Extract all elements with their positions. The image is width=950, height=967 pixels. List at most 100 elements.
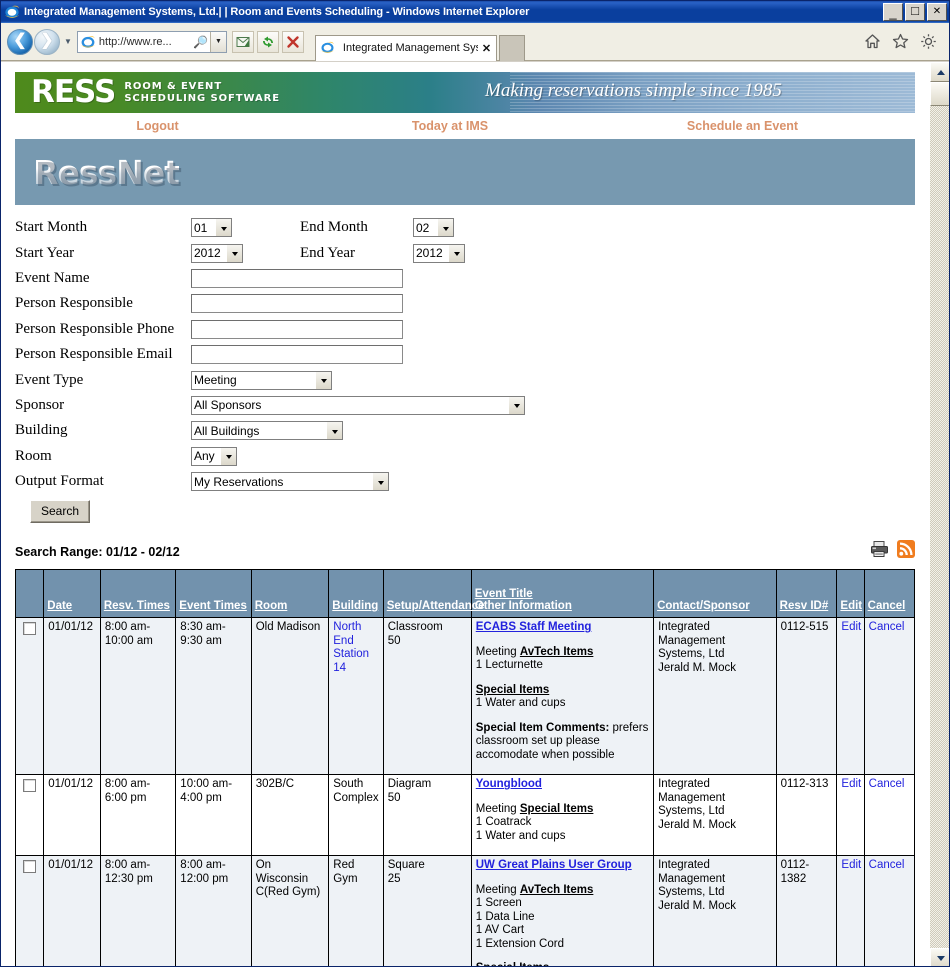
row-contact-sponsor: Integrated Management Systems, Ltd Jeral… [653,855,777,966]
forward-arrow-icon[interactable]: ❯ [34,28,60,55]
cancel-link[interactable]: Cancel [869,859,905,871]
start-year-select[interactable]: 2012 [191,243,243,263]
edit-link[interactable]: Edit [841,621,861,633]
edit-link[interactable]: Edit [841,778,861,790]
output-format-select[interactable]: My Reservations [191,472,389,492]
sponsor-select[interactable]: All Sponsors [191,395,525,415]
nav-logout[interactable]: Logout [136,119,178,133]
event-title-link[interactable]: ECABS Staff Meeting [476,621,592,633]
nav-schedule-an-event[interactable]: Schedule an Event [687,119,798,133]
row-cancel[interactable]: Cancel [863,774,916,857]
stop-icon[interactable] [281,30,304,53]
column-header-building[interactable]: Building [328,569,384,619]
row-edit[interactable]: Edit [836,855,865,966]
person-responsible-phone-label: Person Responsible Phone [15,320,175,337]
mail-icon[interactable] [231,30,254,53]
room-select[interactable]: Any [191,446,237,466]
column-header-event-title[interactable]: Event Title Other Information [470,569,655,619]
column-header-room[interactable]: Room [250,569,330,619]
row-select-cell[interactable] [14,774,45,857]
row-select-cell[interactable] [14,617,45,776]
cancel-link[interactable]: Cancel [869,778,905,790]
address-bar[interactable]: http://www.re... 🔍 ▼ [76,30,227,53]
search-button[interactable]: Search [30,500,91,524]
form-row-building: Building All Buildings [15,418,929,443]
event-title-link[interactable]: Youngblood [476,778,542,790]
star-icon[interactable] [892,33,909,50]
event-name-input[interactable] [191,268,403,288]
row-cancel[interactable]: Cancel [863,855,916,966]
special-items-heading: Special Items [475,683,550,696]
column-header-contact-sponsor[interactable]: Contact/Sponsor [653,569,777,619]
start-month-label: Start Month [15,219,88,236]
browser-tab[interactable]: Integrated Management Sys... ✕ [314,34,498,61]
sort-link-other-information[interactable]: Other Information [475,600,572,612]
sort-link-contact-sponsor[interactable]: Contact/Sponsor [657,600,750,612]
minimize-button[interactable]: _ [883,3,903,21]
chevron-down-icon[interactable]: ▼ [64,37,72,46]
scrollbar-track[interactable] [930,106,949,948]
row-edit[interactable]: Edit [836,617,865,776]
building-select[interactable]: All Buildings [191,421,343,441]
close-icon[interactable]: ✕ [482,42,491,55]
sort-link-cancel[interactable]: Cancel [868,600,906,612]
new-tab-button[interactable] [499,34,526,61]
address-input[interactable]: http://www.re... [99,36,191,48]
back-arrow-icon[interactable]: ❮ [7,28,33,55]
rss-feed-icon[interactable] [897,540,915,563]
column-header-cancel[interactable]: Cancel [863,569,916,619]
cancel-link[interactable]: Cancel [869,621,905,633]
row-checkbox[interactable] [23,779,36,793]
start-month-select[interactable]: 01 [191,218,232,238]
row-resv-times: 8:00 am- 10:00 am [99,617,177,776]
row-setup-attendance: Classroom 50 [382,617,472,776]
sort-link-edit[interactable]: Edit [840,600,862,612]
search-range-text: Search Range: 01/12 - 02/12 [15,544,180,559]
scroll-down-button[interactable] [930,948,949,966]
page-scrollbar[interactable] [929,62,949,966]
end-month-select[interactable]: 02 [413,218,454,238]
person-responsible-phone-input[interactable] [191,319,403,339]
refresh-icon[interactable] [256,30,279,53]
sort-link-setup-attendance[interactable]: Setup/Attendance [387,600,485,612]
sort-link-date[interactable]: Date [47,600,72,612]
nav-today-at-ims[interactable]: Today at IMS [412,119,488,133]
address-dropdown-icon[interactable]: ▼ [209,31,226,52]
column-header-setup-attendance[interactable]: Setup/Attendance [382,569,485,619]
column-header-edit[interactable]: Edit [836,569,865,619]
column-header-event-times[interactable]: Event Times [175,569,252,619]
gear-icon[interactable] [920,33,937,50]
form-row-sponsor: Sponsor All Sponsors [15,393,929,418]
person-responsible-email-input[interactable] [191,345,403,365]
row-edit[interactable]: Edit [836,774,865,857]
search-form: Start Month 01 End Month 02 Start Year 2… [1,215,929,524]
row-cancel[interactable]: Cancel [863,617,916,776]
sort-link-resv-times[interactable]: Resv. Times [104,600,170,612]
close-button[interactable]: ✕ [927,3,947,21]
search-icon[interactable]: 🔍 [191,35,210,49]
end-year-select[interactable]: 2012 [413,243,465,263]
scrollbar-thumb[interactable] [930,82,949,106]
sort-link-building[interactable]: Building [332,600,378,612]
building-link[interactable]: North End Station 14 [333,621,369,674]
row-checkbox[interactable] [23,860,36,874]
column-header-date[interactable]: Date [43,569,101,619]
home-icon[interactable] [864,33,881,50]
edit-link[interactable]: Edit [841,859,861,871]
sort-link-resv-id[interactable]: Resv ID# [780,600,829,612]
sort-link-room[interactable]: Room [255,600,288,612]
row-building[interactable]: North End Station 14 [328,617,384,776]
sort-link-event-title[interactable]: Event Title [475,588,533,600]
person-responsible-input[interactable] [191,294,403,314]
row-checkbox[interactable] [23,622,36,636]
printer-icon[interactable] [870,540,889,563]
sort-link-event-times[interactable]: Event Times [179,600,247,612]
column-header-select [14,569,45,619]
event-type-select[interactable]: Meeting [191,370,332,390]
scroll-up-button[interactable] [930,62,949,82]
column-header-resv-id[interactable]: Resv ID# [775,569,838,619]
column-header-resv-times[interactable]: Resv. Times [99,569,177,619]
event-title-link[interactable]: UW Great Plains User Group [476,859,632,871]
maximize-button[interactable]: □ [905,3,925,21]
row-select-cell[interactable] [14,855,45,966]
